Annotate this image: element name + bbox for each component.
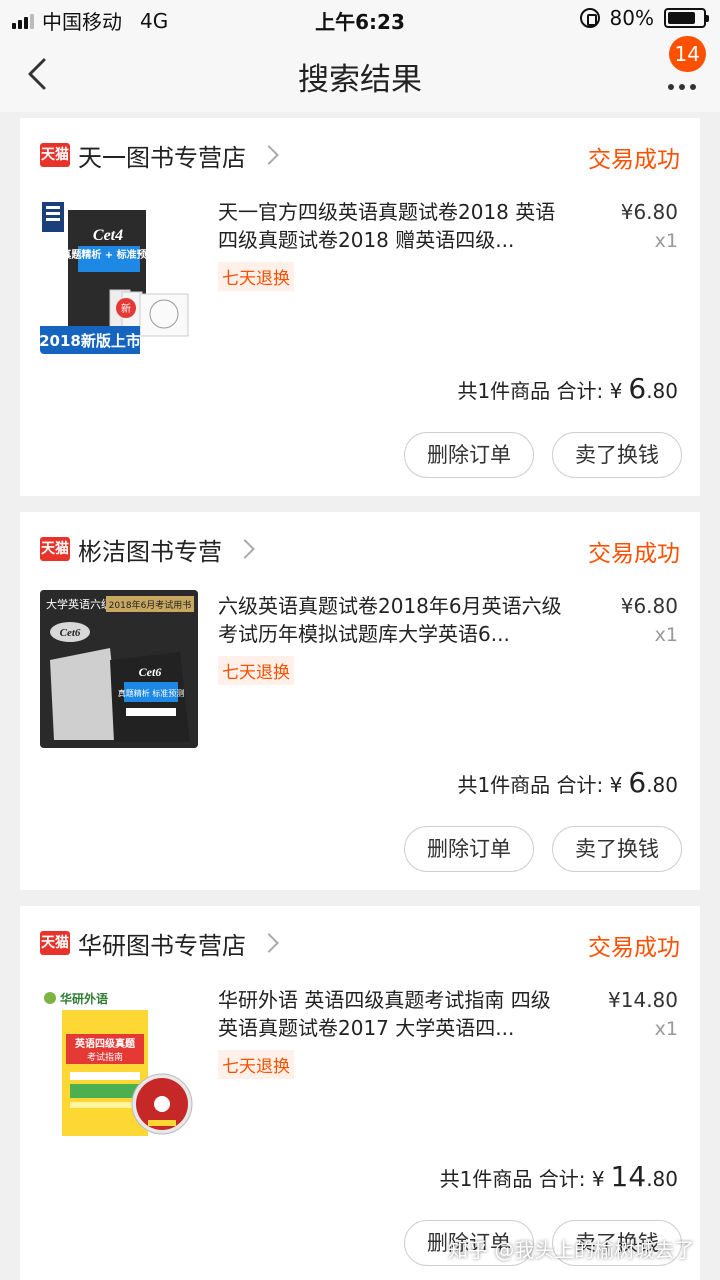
total-integer: 6 (628, 372, 647, 405)
delete-order-button[interactable]: 删除订单 (404, 826, 534, 872)
product-title[interactable]: 华研外语 英语四级真题考试指南 四级英语真题试卷2017 大学英语四... (218, 986, 563, 1042)
watermark: 知乎 @我头上的榆树城去了 (448, 1238, 695, 1262)
order-status: 交易成功 (588, 541, 680, 567)
unit-price: ¥6.80 (620, 594, 678, 618)
total-decimal: .80 (646, 773, 678, 797)
order-card[interactable]: 天猫 彬洁图书专营 交易成功 大学英语六级 2018年6月考试用书 Cet6 C… (20, 512, 700, 890)
tmall-logo: 天猫 (40, 537, 70, 561)
summary-label: 共1件商品 合计: ¥ (439, 1167, 605, 1191)
quantity: x1 (654, 230, 678, 252)
order-summary: 共1件商品 合计: ¥ 6 .80 (457, 766, 678, 799)
product-title[interactable]: 天一官方四级英语真题试卷2018 英语四级真题试卷2018 赠英语四级... (218, 198, 563, 254)
unit-price: ¥14.80 (608, 988, 678, 1012)
svg-text:Cet6: Cet6 (60, 627, 81, 639)
total-integer: 6 (628, 766, 647, 799)
chevron-right-icon (259, 933, 279, 953)
sell-button[interactable]: 卖了换钱 (552, 432, 682, 478)
sell-button[interactable]: 卖了换钱 (552, 826, 682, 872)
tmall-logo: 天猫 (40, 931, 70, 955)
total-integer: 14 (610, 1160, 647, 1193)
product-title[interactable]: 六级英语真题试卷2018年6月英语六级考试历年模拟试题库大学英语6... (218, 592, 563, 648)
svg-text:新: 新 (121, 302, 131, 315)
shop-name: 天一图书专营店 (78, 143, 246, 172)
status-right: 80% (579, 6, 709, 30)
order-summary: 共1件商品 合计: ¥ 6 .80 (457, 372, 678, 405)
unit-price: ¥6.80 (620, 200, 678, 224)
product-thumbnail[interactable]: 华研外语 英语四级真题 考试指南 (40, 984, 198, 1142)
order-card[interactable]: 天猫 华研图书专营店 交易成功 华研外语 英语四级真题 考试指南 华研外语 英语… (20, 906, 700, 1280)
book1-cover-text: Cet4 (93, 227, 123, 244)
shop-row[interactable]: 天猫 天一图书专营店 (40, 138, 279, 172)
book3-title: 英语四级真题 (74, 1037, 136, 1050)
tmall-logo: 天猫 (40, 143, 70, 167)
return-policy-tag: 七天退换 (218, 656, 294, 685)
book2-subtitle: 真题精析 标准预测 (118, 688, 185, 698)
book1-banner: 2018新版上市 (40, 332, 141, 350)
battery-percent: 80% (609, 6, 654, 30)
shop-name: 华研图书专营店 (78, 931, 246, 960)
message-badge: 14 (668, 36, 706, 72)
order-status: 交易成功 (588, 147, 680, 173)
product-thumbnail[interactable]: 大学英语六级 2018年6月考试用书 Cet6 Cet6 真题精析 标准预测 (40, 590, 198, 748)
shop-name: 彬洁图书专营 (78, 537, 222, 566)
book3-brand: 华研外语 (60, 991, 108, 1006)
nav-bar: 搜索结果 14 (0, 36, 720, 112)
chevron-right-icon (259, 145, 279, 165)
book1-subtitle: 真题精析 + 标准预测 (61, 248, 156, 261)
chevron-right-icon (235, 539, 255, 559)
status-bar: 中国移动 4G 上午6:23 80% (0, 0, 720, 36)
summary-label: 共1件商品 合计: ¥ (457, 773, 623, 797)
quantity: x1 (654, 1018, 678, 1040)
shop-row[interactable]: 天猫 彬洁图书专营 (40, 532, 255, 566)
total-decimal: .80 (646, 379, 678, 403)
book2-cover-text: Cet6 (139, 665, 162, 679)
book3-subtitle: 考试指南 (87, 1051, 123, 1063)
return-policy-tag: 七天退换 (218, 262, 294, 291)
rotation-lock-icon (579, 8, 600, 28)
summary-label: 共1件商品 合计: ¥ (457, 379, 623, 403)
page-title: 搜索结果 (298, 62, 422, 98)
shop-row[interactable]: 天猫 华研图书专营店 (40, 926, 279, 960)
book2-header: 大学英语六级 (46, 597, 112, 611)
order-summary: 共1件商品 合计: ¥ 14 .80 (440, 1160, 678, 1193)
battery-icon (664, 8, 709, 28)
return-policy-tag: 七天退换 (218, 1050, 294, 1079)
quantity: x1 (654, 624, 678, 646)
more-icon (668, 84, 696, 90)
order-card[interactable]: 天猫 天一图书专营店 交易成功 Cet4 真题精析 + 标准预测 新 2018新… (20, 118, 700, 496)
book2-ribbon: 2018年6月考试用书 (109, 599, 192, 611)
battery-fill (668, 12, 696, 24)
order-status: 交易成功 (588, 935, 680, 961)
product-thumbnail[interactable]: Cet4 真题精析 + 标准预测 新 2018新版上市 (40, 196, 198, 354)
total-decimal: .80 (646, 1167, 678, 1191)
delete-order-button[interactable]: 删除订单 (404, 432, 534, 478)
